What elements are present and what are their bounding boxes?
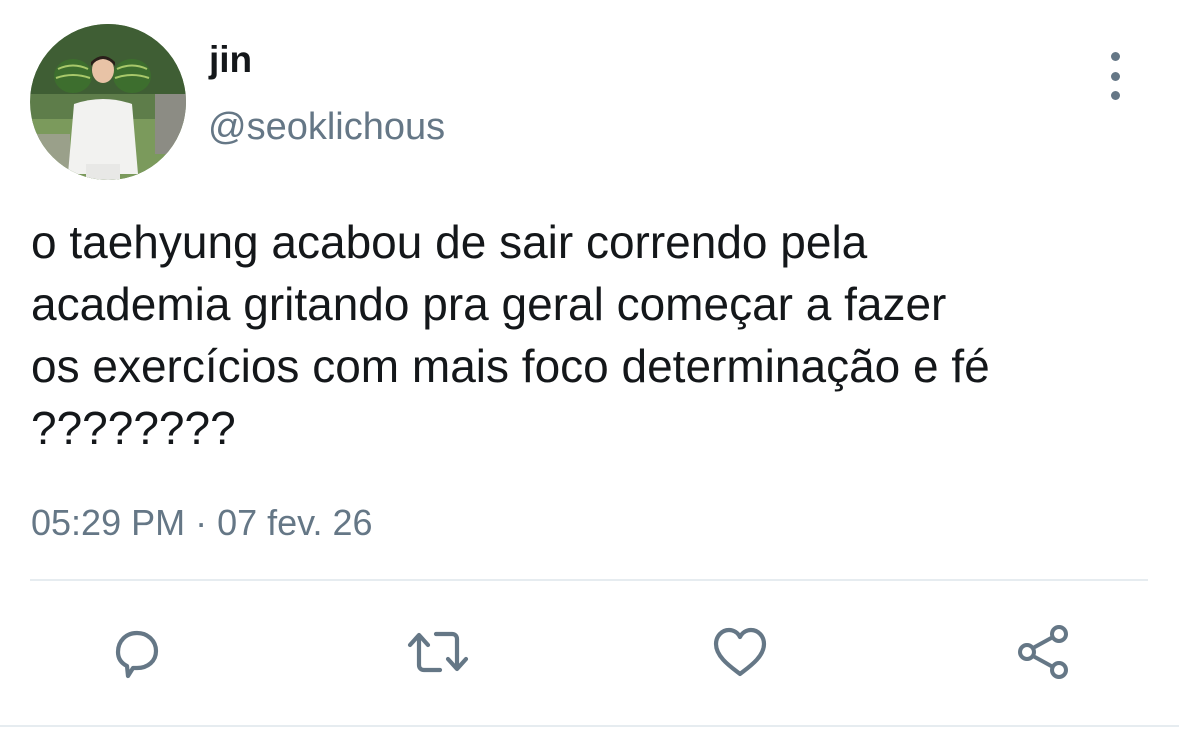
- retweet-icon: [407, 631, 469, 673]
- author-handle[interactable]: @seoklichous: [208, 105, 445, 149]
- bottom-divider: [0, 725, 1179, 727]
- share-icon: [1018, 625, 1068, 679]
- like-button[interactable]: [708, 620, 772, 684]
- more-options-button[interactable]: [1094, 52, 1136, 100]
- share-button[interactable]: [1012, 620, 1076, 684]
- tweet-card: jin @seoklichous o taehyung acabou de sa…: [0, 0, 1179, 744]
- more-icon-dot: [1110, 71, 1120, 81]
- heart-icon: [713, 627, 767, 677]
- tweet-timestamp[interactable]: 05:29 PM · 07 fev. 26: [31, 501, 373, 545]
- tweet-text: o taehyung acabou de sair correndo pela …: [31, 216, 990, 454]
- author-display-name[interactable]: jin: [209, 38, 252, 82]
- more-icon-dot: [1110, 91, 1120, 100]
- comment-icon: [115, 630, 159, 679]
- divider: [30, 579, 1148, 581]
- reply-button[interactable]: [104, 620, 168, 684]
- more-icon-dot: [1110, 52, 1120, 61]
- retweet-button[interactable]: [406, 620, 470, 684]
- avatar[interactable]: [30, 24, 186, 180]
- avatar-image: [30, 24, 186, 180]
